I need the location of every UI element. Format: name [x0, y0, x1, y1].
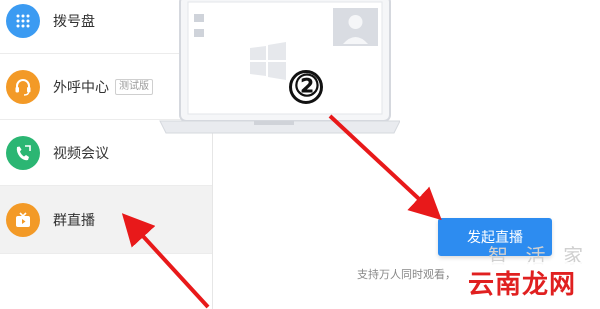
headset-icon: [6, 69, 40, 104]
support-caption: 支持万人同时观看，: [357, 269, 456, 281]
sidebar-item-label: 外呼中心: [53, 78, 109, 95]
sidebar-item-label: 视频会议: [53, 144, 109, 161]
beta-badge: 测试版: [115, 78, 153, 95]
sidebar-item-group-live[interactable]: 群直播: [0, 186, 212, 254]
dialpad-icon: [6, 3, 40, 38]
sidebar-item-label: 拨号盘: [53, 12, 95, 29]
step-2-marker: ②: [293, 69, 321, 104]
laptop-illustration: [159, 0, 400, 134]
live-tv-icon: [6, 202, 40, 237]
video-call-icon: [6, 135, 40, 170]
sidebar-item-label: 群直播: [53, 211, 95, 228]
watermark-logo: 云南龙网: [468, 269, 577, 299]
